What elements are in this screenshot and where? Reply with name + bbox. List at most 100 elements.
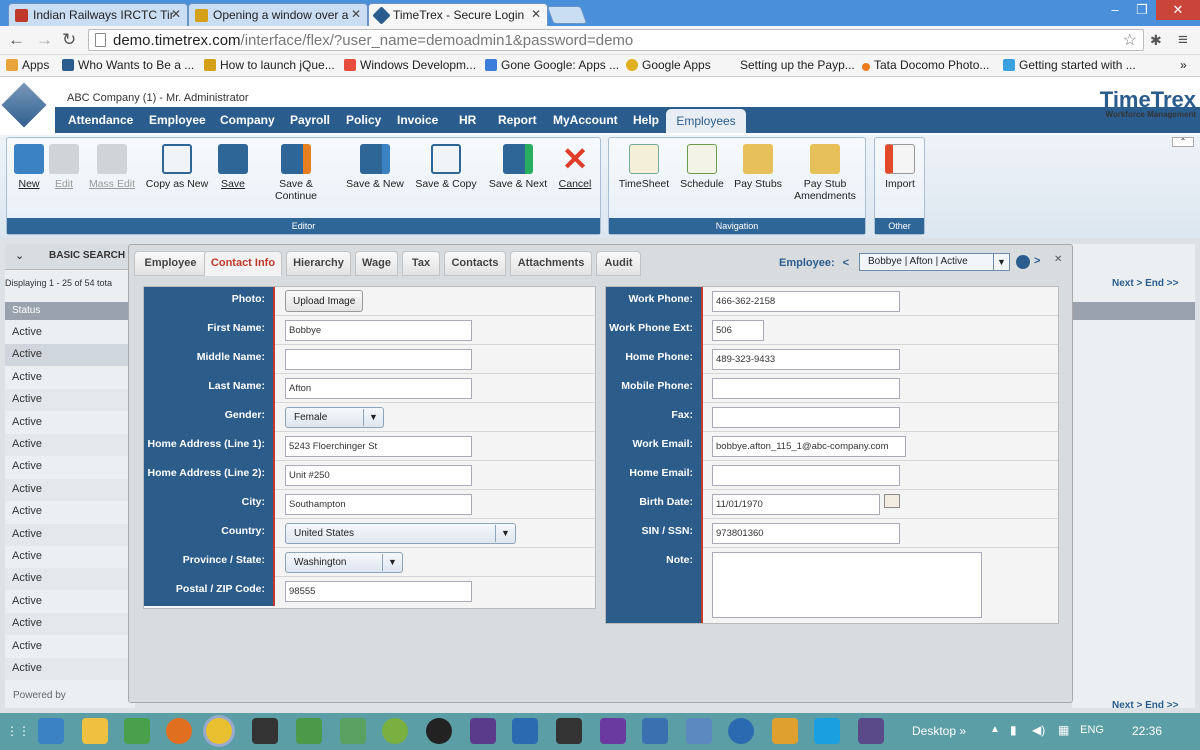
menu-attendance[interactable]: Attendance xyxy=(68,113,133,127)
state-select[interactable]: Washington ▼ xyxy=(285,552,403,573)
table-row[interactable]: Active xyxy=(5,411,135,434)
language-indicator[interactable]: ENG xyxy=(1080,724,1104,736)
basic-search-label[interactable]: BASIC SEARCH xyxy=(49,250,125,261)
app-icon[interactable] xyxy=(728,718,754,744)
start-grip-icon[interactable]: ⋮⋮ xyxy=(6,718,32,744)
save-continue-button[interactable]: Save & Continue xyxy=(258,144,334,202)
tab-wage[interactable]: Wage xyxy=(355,251,398,276)
employee-select[interactable]: Bobbye | Afton | Active ▼ xyxy=(859,253,1010,271)
pager-top[interactable]: Next > End >> xyxy=(1112,278,1178,289)
home-email-field[interactable] xyxy=(712,465,900,486)
sin-ssn-field[interactable]: 973801360 xyxy=(712,523,900,544)
table-row[interactable]: Active xyxy=(5,456,135,479)
middle-name-field[interactable] xyxy=(285,349,472,370)
table-row[interactable]: Active xyxy=(5,568,135,591)
skype-icon[interactable] xyxy=(814,718,840,744)
menu-invoice[interactable]: Invoice xyxy=(397,113,438,127)
bookmark-tata-docomo[interactable]: Tata Docomo Photo... xyxy=(862,58,989,72)
schedule-button[interactable]: Schedule xyxy=(679,144,725,190)
ie-icon[interactable] xyxy=(38,718,64,744)
bookmark-apps[interactable]: Apps xyxy=(6,58,49,72)
menu-report[interactable]: Report xyxy=(498,113,537,127)
home-phone-field[interactable]: 489-323-9433 xyxy=(712,349,900,370)
next-employee-icon[interactable]: > xyxy=(1034,255,1040,267)
back-arrow-icon[interactable]: ← xyxy=(8,30,25,50)
work-ext-field[interactable]: 506 xyxy=(712,320,764,341)
tab-contacts[interactable]: Contacts xyxy=(444,251,506,276)
tray-arrow-icon[interactable]: ▲ xyxy=(990,724,1000,735)
menu-myaccount[interactable]: MyAccount xyxy=(553,113,618,127)
pay-stub-amendments-button[interactable]: Pay Stub Amendments xyxy=(793,144,857,202)
table-row[interactable]: Active xyxy=(5,322,135,344)
close-dialog-icon[interactable]: ✕ xyxy=(1054,254,1062,265)
table-row[interactable]: Active xyxy=(5,590,135,613)
table-row[interactable]: Active xyxy=(5,344,135,367)
browser-tab-irctc[interactable]: Indian Railways IRCTC Tir ✕ xyxy=(8,3,188,26)
minimize-icon[interactable]: – xyxy=(1100,0,1130,20)
clock[interactable]: 22:36 xyxy=(1132,724,1162,738)
table-row[interactable]: Active xyxy=(5,658,135,680)
desktop-toolbar[interactable]: Desktop » xyxy=(912,724,966,738)
app-icon[interactable] xyxy=(686,718,712,744)
tab-attachments[interactable]: Attachments xyxy=(510,251,592,276)
import-button[interactable]: Import xyxy=(883,144,917,190)
bookmark-jquery[interactable]: How to launch jQue... xyxy=(204,58,335,72)
city-field[interactable]: Southampton xyxy=(285,494,472,515)
country-select[interactable]: United States ▼ xyxy=(285,523,516,544)
more-bookmarks-chevron[interactable]: » xyxy=(1180,58,1187,72)
vscode-icon[interactable] xyxy=(124,718,150,744)
firefox-icon[interactable] xyxy=(166,718,192,744)
network-icon[interactable]: ▮ xyxy=(1010,723,1017,737)
save-next-button[interactable]: Save & Next xyxy=(487,144,549,190)
new-tab-button[interactable] xyxy=(546,6,588,24)
visual-studio-icon[interactable] xyxy=(470,718,496,744)
close-tab-icon[interactable]: ✕ xyxy=(351,7,361,21)
menu-company[interactable]: Company xyxy=(220,113,275,127)
menu-employee[interactable]: Employee xyxy=(149,113,206,127)
forward-arrow-icon[interactable]: → xyxy=(36,30,53,50)
mobile-phone-field[interactable] xyxy=(712,378,900,399)
tab-employees[interactable]: Employees xyxy=(666,109,746,133)
prev-employee-icon[interactable]: < xyxy=(843,257,849,269)
zip-field[interactable]: 98555 xyxy=(285,581,472,602)
explorer-icon[interactable] xyxy=(82,718,108,744)
timesheet-button[interactable]: TimeSheet xyxy=(617,144,671,190)
app-icon[interactable] xyxy=(642,718,668,744)
status-column-header[interactable]: Status xyxy=(5,302,135,320)
save-button[interactable]: Save xyxy=(218,144,248,190)
address1-field[interactable]: 5243 Floerchinger St xyxy=(285,436,472,457)
work-email-field[interactable]: bobbye.afton_115_1@abc-company.com xyxy=(712,436,906,457)
collapse-ribbon-icon[interactable]: ⌃ xyxy=(1172,137,1194,147)
reload-icon[interactable]: ↻ xyxy=(62,30,76,50)
tab-tax[interactable]: Tax xyxy=(402,251,440,276)
table-row[interactable]: Active xyxy=(5,546,135,568)
restore-icon[interactable]: ❐ xyxy=(1128,0,1156,20)
menu-icon[interactable]: ≡ xyxy=(1178,30,1188,50)
extension-icon[interactable]: ✱ xyxy=(1150,32,1162,49)
expand-search-icon[interactable]: ⌄ xyxy=(15,249,24,262)
copy-as-new-button[interactable]: Copy as New xyxy=(145,144,209,190)
menu-hr[interactable]: HR xyxy=(459,113,476,127)
bookmark-windows-dev[interactable]: Windows Developm... xyxy=(344,58,476,72)
note-textarea[interactable] xyxy=(712,552,982,618)
app-icon[interactable] xyxy=(340,718,366,744)
cancel-button[interactable]: ✕ Cancel xyxy=(557,143,593,190)
menu-payroll[interactable]: Payroll xyxy=(290,113,330,127)
table-row[interactable]: Active xyxy=(5,501,135,524)
app-icon[interactable] xyxy=(772,718,798,744)
browser-tab-opening-window[interactable]: Opening a window over a ✕ xyxy=(188,3,368,26)
table-row[interactable]: Active xyxy=(5,613,135,636)
table-row[interactable]: Active xyxy=(5,389,135,412)
menu-policy[interactable]: Policy xyxy=(346,113,381,127)
close-tab-icon[interactable]: ✕ xyxy=(531,7,541,21)
bookmark-getting-started[interactable]: Getting started with ... xyxy=(1003,58,1136,72)
table-row[interactable]: Active xyxy=(5,635,135,658)
new-button[interactable]: New xyxy=(13,144,45,190)
bookmark-paypal[interactable]: Setting up the Payp... xyxy=(740,58,855,72)
bookmark-google-apps[interactable]: Google Apps xyxy=(626,58,711,72)
pay-stubs-button[interactable]: Pay Stubs xyxy=(733,144,783,190)
url-field[interactable]: demo.timetrex.com/interface/flex/?user_n… xyxy=(88,29,1144,51)
cmd-icon[interactable] xyxy=(252,718,278,744)
first-name-field[interactable]: Bobbye xyxy=(285,320,472,341)
table-row[interactable]: Active xyxy=(5,523,135,546)
